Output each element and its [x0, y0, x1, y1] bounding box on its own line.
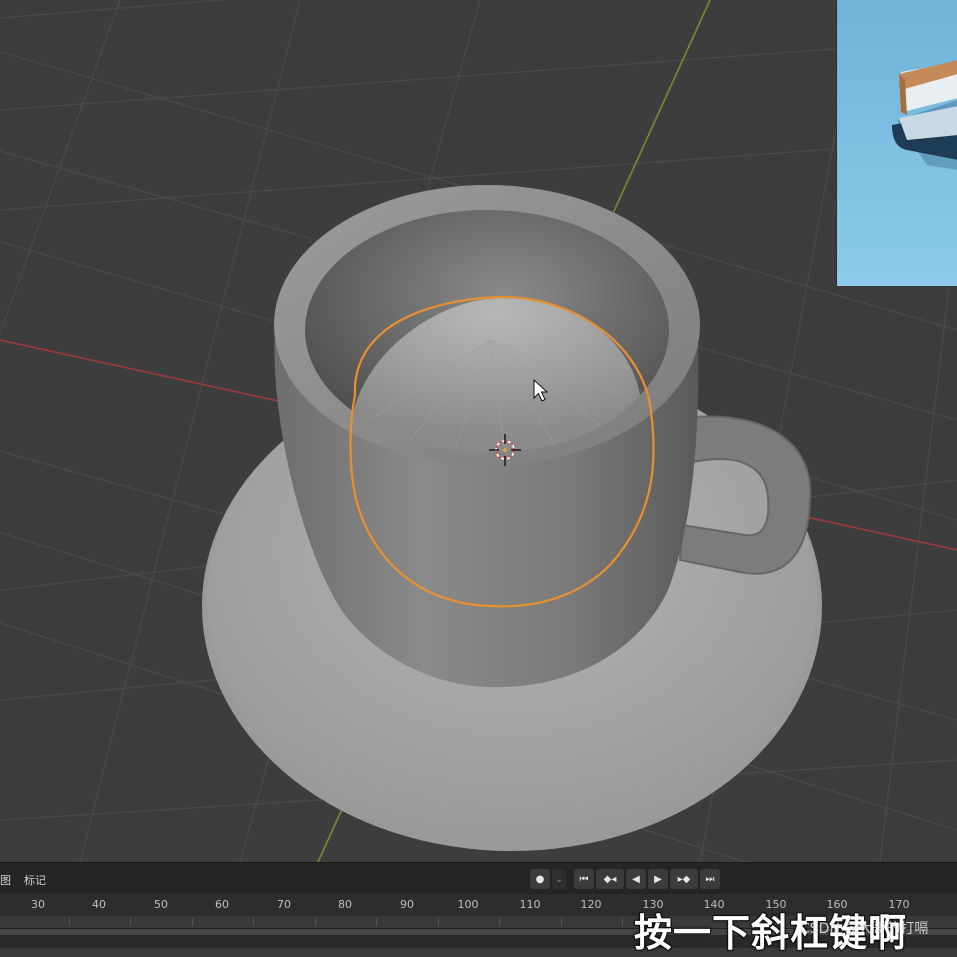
- view-menu[interactable]: 图: [0, 872, 11, 888]
- ruler-tick: 70: [277, 898, 291, 911]
- next-keyframe-icon[interactable]: ▸◆: [670, 869, 698, 889]
- books-illustration: [892, 60, 957, 170]
- play-icon[interactable]: ▶: [648, 869, 668, 889]
- ruler-tick: 30: [31, 898, 45, 911]
- play-reverse-icon[interactable]: ◀: [626, 869, 646, 889]
- track-minor-tick: [438, 918, 439, 926]
- ruler-tick: 100: [457, 898, 479, 911]
- ruler-tick: 50: [154, 898, 168, 911]
- ruler-tick: 40: [92, 898, 106, 911]
- record-dot-icon[interactable]: ●: [530, 869, 550, 889]
- ruler-tick: 120: [580, 898, 602, 911]
- track-minor-tick: [499, 918, 500, 926]
- ruler-tick: 110: [519, 898, 541, 911]
- timeline-header: 图 标记 ● ⌄ ⏮ ◆◂ ◀ ▶ ▸◆ ⏭: [0, 862, 957, 895]
- track-minor-tick: [561, 918, 562, 926]
- reference-image: [836, 0, 957, 286]
- viewport-scene: [0, 0, 957, 862]
- ruler-tick: 60: [215, 898, 229, 911]
- ruler-tick: 80: [338, 898, 352, 911]
- watermark: CSDN @大哥的打嗝: [800, 921, 929, 937]
- jump-to-end-icon[interactable]: ⏭: [700, 869, 720, 889]
- playback-controls: ● ⌄ ⏮ ◆◂ ◀ ▶ ▸◆ ⏭: [530, 869, 720, 889]
- ruler-tick: 90: [400, 898, 414, 911]
- track-minor-tick: [253, 918, 254, 926]
- 3d-viewport[interactable]: [0, 0, 957, 862]
- track-minor-tick: [376, 918, 377, 926]
- chevron-down-icon[interactable]: ⌄: [552, 869, 566, 889]
- jump-to-start-icon[interactable]: ⏮: [574, 869, 594, 889]
- track-minor-tick: [192, 918, 193, 926]
- track-minor-tick: [315, 918, 316, 926]
- track-minor-tick: [130, 918, 131, 926]
- marker-menu[interactable]: 标记: [24, 872, 46, 888]
- track-minor-tick: [69, 918, 70, 926]
- track-minor-tick: [622, 918, 623, 926]
- previous-keyframe-icon[interactable]: ◆◂: [596, 869, 624, 889]
